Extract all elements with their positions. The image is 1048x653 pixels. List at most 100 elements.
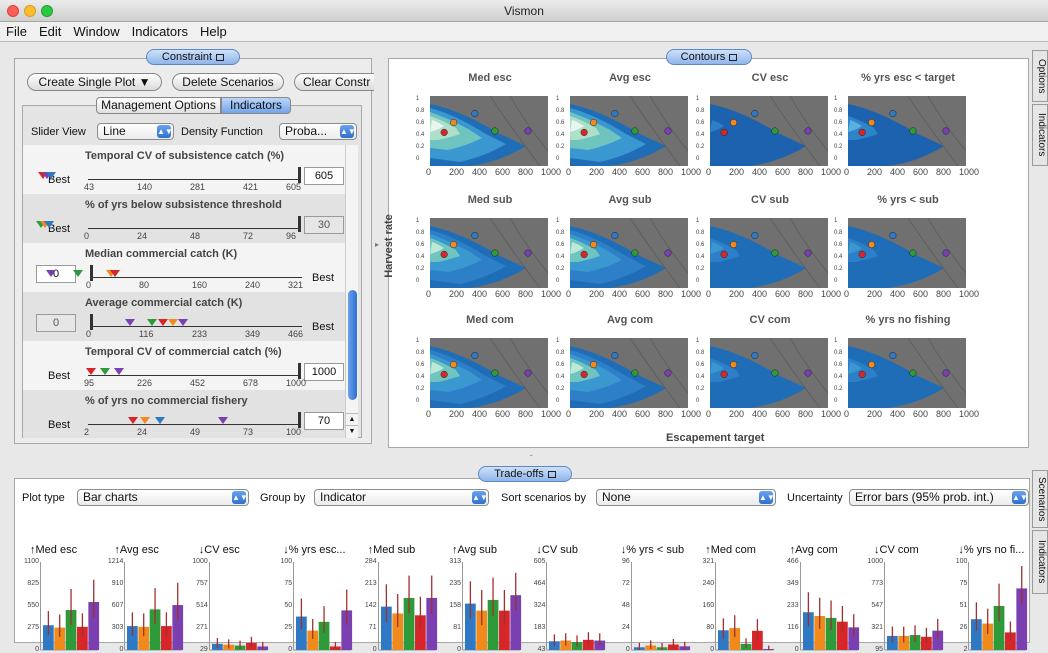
scenario-dot[interactable] [631, 249, 639, 257]
scenario-dot[interactable] [909, 127, 917, 135]
sort-scenarios-select[interactable]: None ▲▼ [596, 489, 776, 506]
scenario-dot[interactable] [751, 109, 759, 118]
scenario-dot[interactable] [771, 249, 779, 257]
indicator-value-field[interactable]: 70 [304, 412, 344, 430]
side-tab-options[interactable]: Options [1032, 50, 1048, 102]
scenario-dot[interactable] [590, 241, 598, 249]
scenario-dot[interactable] [611, 231, 619, 240]
scenario-dot[interactable] [889, 231, 897, 240]
scenario-dot[interactable] [491, 127, 499, 135]
scenario-dot[interactable] [942, 249, 950, 257]
bar-chart[interactable] [293, 562, 353, 652]
bar-chart[interactable] [630, 562, 691, 652]
scenario-dot[interactable] [524, 249, 532, 257]
scenario-dot[interactable] [858, 128, 866, 136]
contour-plot[interactable] [710, 338, 828, 408]
scenario-dot[interactable] [771, 369, 779, 377]
side-tab-indicators[interactable]: Indicators [1032, 104, 1048, 166]
bar-chart[interactable] [462, 562, 522, 652]
scroll-up-arrow-icon[interactable]: ▲ [346, 413, 358, 424]
scenario-dot[interactable] [611, 351, 619, 360]
scenario-dot[interactable] [664, 127, 672, 135]
scenario-dot[interactable] [664, 369, 672, 377]
scenario-dot[interactable] [720, 370, 728, 378]
contours-tab[interactable]: Contours [666, 49, 752, 65]
scenario-dot[interactable] [631, 127, 639, 135]
scenario-dot[interactable] [580, 370, 588, 378]
scenario-dot[interactable] [524, 127, 532, 135]
bar-chart[interactable] [124, 562, 184, 652]
scenario-dot[interactable] [909, 369, 917, 377]
scenario-dot[interactable] [664, 249, 672, 257]
scenario-dot[interactable] [471, 231, 479, 240]
slider-thumb[interactable] [90, 265, 93, 281]
scenario-dot[interactable] [889, 109, 897, 118]
scenario-dot[interactable] [858, 370, 866, 378]
create-single-plot-button[interactable]: Create Single Plot ▼ [27, 73, 162, 91]
bar-chart[interactable] [546, 562, 606, 652]
contour-plot[interactable] [710, 96, 828, 166]
scenario-dot[interactable] [868, 361, 876, 369]
side-tab-scenarios[interactable]: Scenarios [1032, 470, 1048, 528]
tab-management-options[interactable]: Management Options [96, 97, 221, 114]
scenario-dot[interactable] [942, 369, 950, 377]
scenario-dot[interactable] [450, 119, 458, 127]
scenario-dot[interactable] [889, 351, 897, 360]
menu-window[interactable]: Window [67, 22, 125, 41]
scenario-dot[interactable] [771, 127, 779, 135]
slider-track[interactable] [88, 375, 300, 376]
bar-chart[interactable] [884, 562, 944, 652]
scenario-dot[interactable] [909, 249, 917, 257]
contour-plot[interactable] [848, 218, 966, 288]
indicator-value-field[interactable]: 605 [304, 167, 344, 185]
scenario-dot[interactable] [440, 370, 448, 378]
scenario-dot[interactable] [590, 361, 598, 369]
slider-view-select[interactable]: Line ▲▼ [97, 123, 174, 140]
menu-help[interactable]: Help [194, 22, 233, 41]
clear-constraints-button[interactable]: Clear Constr [294, 73, 374, 91]
scenario-dot[interactable] [580, 128, 588, 136]
scenario-dot[interactable] [631, 369, 639, 377]
bar-chart[interactable] [799, 562, 860, 652]
contour-plot[interactable] [570, 338, 688, 408]
side-tab-indicators-2[interactable]: Indicators [1032, 530, 1048, 594]
delete-scenarios-button[interactable]: Delete Scenarios [172, 73, 284, 91]
contour-plot[interactable] [570, 218, 688, 288]
scenario-dot[interactable] [580, 250, 588, 258]
bar-chart[interactable] [715, 562, 775, 652]
slider-thumb[interactable] [90, 314, 93, 330]
slider-thumb[interactable] [298, 216, 301, 232]
scenario-dot[interactable] [440, 128, 448, 136]
scrollbar-thumb[interactable] [348, 290, 357, 400]
scenario-dot[interactable] [751, 231, 759, 240]
scenario-dot[interactable] [730, 119, 738, 127]
indicator-value-field[interactable]: 0 [36, 314, 76, 332]
indicator-value-field[interactable]: 0 [36, 265, 76, 283]
density-function-select[interactable]: Proba... ▲▼ [279, 123, 357, 140]
menu-indicators[interactable]: Indicators [126, 22, 194, 41]
tradeoffs-tab[interactable]: Trade-offs [478, 466, 572, 482]
contour-plot[interactable] [710, 218, 828, 288]
scenario-dot[interactable] [804, 369, 812, 377]
slider-thumb[interactable] [298, 363, 301, 379]
scenario-dot[interactable] [730, 361, 738, 369]
bar-chart[interactable] [208, 562, 269, 652]
menu-file[interactable]: File [0, 22, 33, 41]
contour-plot[interactable] [570, 96, 688, 166]
indicator-value-field[interactable]: 30 [304, 216, 344, 234]
scenario-dot[interactable] [804, 249, 812, 257]
scenario-dot[interactable] [590, 119, 598, 127]
scenario-dot[interactable] [524, 369, 532, 377]
scenario-dot[interactable] [450, 361, 458, 369]
scroll-down-arrow-icon[interactable]: ▼ [346, 425, 358, 436]
slider-track[interactable] [88, 228, 300, 229]
scenario-dot[interactable] [720, 128, 728, 136]
scenario-dot[interactable] [751, 351, 759, 360]
vertical-splitter[interactable]: ▸ [375, 240, 383, 260]
contour-plot[interactable] [848, 338, 966, 408]
menu-edit[interactable]: Edit [33, 22, 67, 41]
scenario-dot[interactable] [440, 250, 448, 258]
scenario-dot[interactable] [804, 127, 812, 135]
contour-plot[interactable] [430, 218, 548, 288]
group-by-select[interactable]: Indicator ▲▼ [314, 489, 489, 506]
